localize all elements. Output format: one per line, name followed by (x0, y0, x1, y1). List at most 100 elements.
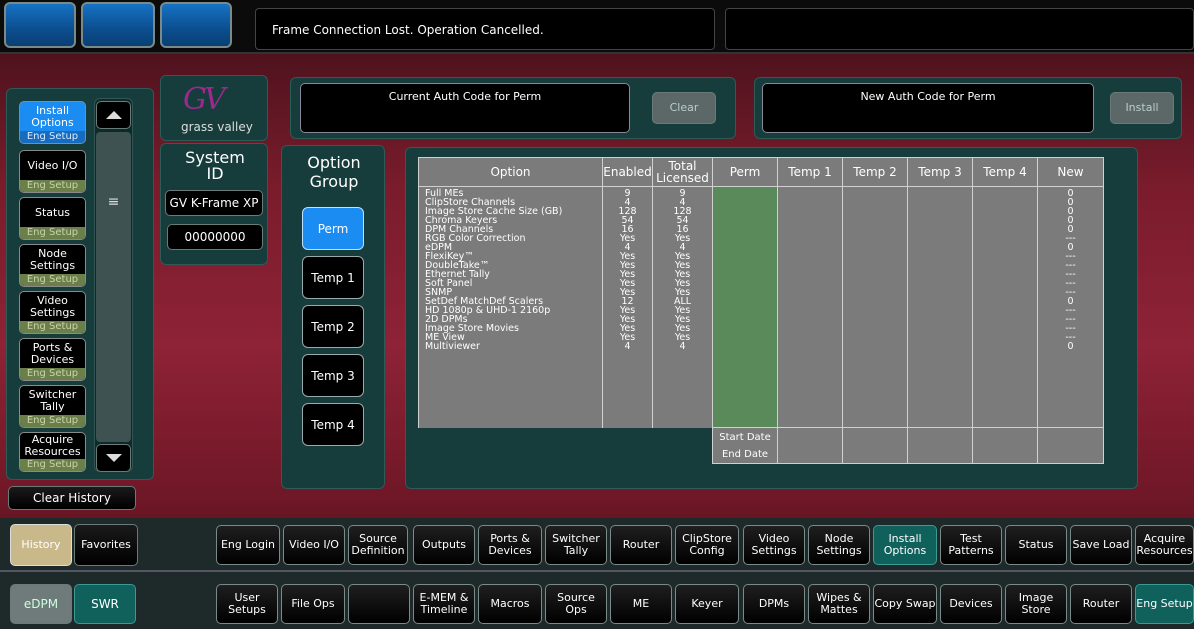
status-message: Frame Connection Lost. Operation Cancell… (272, 23, 544, 37)
tab-save-load[interactable]: Save Load (1070, 525, 1132, 565)
col-header-temp3: Temp 3 (907, 157, 973, 187)
option-group-title: Option Group (307, 153, 361, 191)
sidebar-item-video-io[interactable]: Video I/O Eng Setup (19, 150, 86, 193)
tab-copy-swap[interactable]: Copy Swap (873, 584, 937, 624)
sidebar-item-sub: Eng Setup (20, 321, 85, 333)
edpm-button[interactable]: eDPM (10, 584, 72, 624)
start-date-label: Start Date (719, 431, 771, 443)
end-date-label: End Date (721, 448, 769, 460)
sidebar-item-sub: Eng Setup (20, 274, 85, 286)
tab-eng-login[interactable]: Eng Login (216, 525, 280, 565)
system-model: GV K-Frame XP (165, 190, 263, 216)
temp1-column[interactable] (777, 186, 843, 428)
bottom-row-divider (0, 570, 1194, 572)
message-box: Frame Connection Lost. Operation Cancell… (255, 8, 715, 50)
date-spacer (419, 428, 713, 464)
sidebar-item-ports-devices[interactable]: Ports & Devices Eng Setup (19, 338, 86, 381)
scroll-up-button[interactable] (96, 101, 131, 129)
sidebar-item-switcher-tally[interactable]: Switcher Tally Eng Setup (19, 385, 86, 428)
temp4-column[interactable] (972, 186, 1038, 428)
sidebar-item-label: Video I/O (27, 158, 78, 172)
scroll-down-button[interactable] (96, 444, 131, 472)
sidebar-item-acquire-resources[interactable]: Acquire Resources Eng Setup (19, 432, 86, 472)
clear-history-button[interactable]: Clear History (8, 486, 136, 510)
tab-dpms[interactable]: DPMs (743, 584, 805, 624)
tab-ports-devices[interactable]: Ports & Devices (478, 525, 542, 565)
option-group-temp4[interactable]: Temp 4 (302, 403, 364, 446)
top-tile-2[interactable] (81, 2, 155, 48)
tab-wipes-mattes[interactable]: Wipes & Mattes (808, 584, 870, 624)
sidebar-item-sub: Eng Setup (20, 415, 85, 427)
temp3-dates[interactable] (907, 427, 973, 464)
option-group-perm[interactable]: Perm (302, 207, 364, 250)
new-auth-field[interactable]: New Auth Code for Perm (762, 83, 1094, 133)
swr-button[interactable]: SWR (74, 584, 136, 624)
tab-user-setups[interactable]: User Setups (216, 584, 278, 624)
sidebar-item-sub: Eng Setup (20, 459, 85, 471)
sidebar-item-sub: Eng Setup (20, 131, 85, 143)
perm-column[interactable] (712, 186, 778, 428)
tab-image-store[interactable]: Image Store (1005, 584, 1067, 624)
temp1-dates[interactable] (777, 427, 843, 464)
option-name: Multiviewer (425, 341, 480, 352)
favorites-button[interactable]: Favorites (74, 524, 138, 566)
option-names-column: Full MEs ClipStore Channels Image Store … (418, 186, 603, 428)
temp2-column[interactable] (842, 186, 908, 428)
tab-empty[interactable] (348, 584, 410, 624)
tab-devices[interactable]: Devices (940, 584, 1002, 624)
sidebar-item-label: Video Settings (29, 293, 76, 319)
col-header-total: Total Licensed (652, 157, 713, 187)
new-value: 0 (1067, 341, 1074, 352)
logo-panel: GV grass valley (160, 75, 268, 141)
sidebar-item-label: Status (34, 205, 71, 219)
tab-test-patterns[interactable]: Test Patterns (940, 525, 1002, 565)
sidebar-item-install-options[interactable]: Install Options Eng Setup (19, 101, 86, 144)
temp4-dates[interactable] (972, 427, 1038, 464)
col-header-new: New (1037, 157, 1104, 187)
tab-acquire-resources[interactable]: Acquire Resources (1135, 525, 1194, 565)
tab-install-options[interactable]: Install Options (873, 525, 937, 565)
tab-clipstore-config[interactable]: ClipStore Config (675, 525, 739, 565)
tab-switcher-tally[interactable]: Switcher Tally (545, 525, 607, 565)
tab-status[interactable]: Status (1005, 525, 1067, 565)
tab-video-io[interactable]: Video I/O (283, 525, 345, 565)
tab-emem-timeline[interactable]: E-MEM & Timeline (413, 584, 475, 624)
tab-router-2[interactable]: Router (1070, 584, 1132, 624)
tab-file-ops[interactable]: File Ops (281, 584, 345, 624)
enabled-value: 4 (624, 341, 631, 352)
sidebar-item-video-settings[interactable]: Video Settings Eng Setup (19, 291, 86, 334)
tab-source-ops[interactable]: Source Ops (545, 584, 607, 624)
tab-node-settings[interactable]: Node Settings (808, 525, 870, 565)
menu-icon: ≡ (107, 194, 120, 210)
tab-video-settings[interactable]: Video Settings (743, 525, 805, 565)
scroll-thumb[interactable]: ≡ (96, 132, 131, 442)
sidebar-item-label: Acquire Resources (24, 433, 81, 458)
system-id-value: 00000000 (167, 224, 263, 250)
option-group-temp2[interactable]: Temp 2 (302, 305, 364, 348)
total-value: 4 (679, 341, 686, 352)
col-header-temp2: Temp 2 (842, 157, 908, 187)
sidebar-item-node-settings[interactable]: Node Settings Eng Setup (19, 244, 86, 287)
tab-router[interactable]: Router (610, 525, 672, 565)
temp3-column[interactable] (907, 186, 973, 428)
tab-macros[interactable]: Macros (478, 584, 542, 624)
tab-me[interactable]: ME (610, 584, 672, 624)
current-auth-field[interactable]: Current Auth Code for Perm (300, 83, 630, 133)
temp2-dates[interactable] (842, 427, 908, 464)
option-group-temp1[interactable]: Temp 1 (302, 256, 364, 299)
system-panel: System ID GV K-Frame XP 00000000 (160, 143, 268, 265)
sidebar-item-status[interactable]: Status Eng Setup (19, 197, 86, 240)
tab-eng-setup[interactable]: Eng Setup (1135, 584, 1194, 624)
top-tile-1[interactable] (4, 2, 76, 48)
install-button[interactable]: Install (1110, 92, 1174, 124)
col-header-perm: Perm (712, 157, 778, 187)
history-button[interactable]: History (10, 524, 72, 566)
tab-keyer[interactable]: Keyer (675, 584, 739, 624)
top-tile-3[interactable] (160, 2, 232, 48)
tab-outputs[interactable]: Outputs (413, 525, 475, 565)
option-group-temp3[interactable]: Temp 3 (302, 354, 364, 397)
sidebar-item-label: Switcher Tally (28, 387, 77, 413)
clear-button[interactable]: Clear (652, 92, 716, 124)
col-header-temp1: Temp 1 (777, 157, 843, 187)
tab-source-definition[interactable]: Source Definition (348, 525, 408, 565)
